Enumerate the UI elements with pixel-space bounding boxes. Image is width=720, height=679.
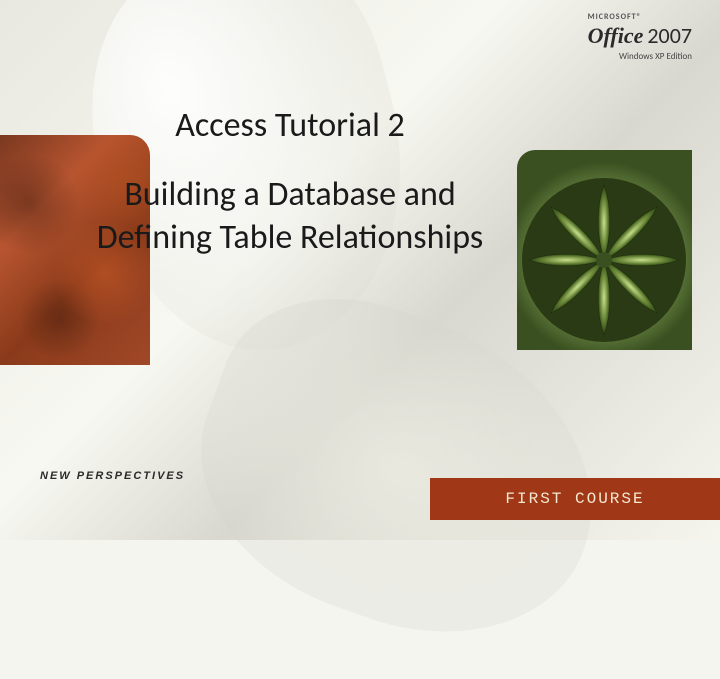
footer-label: FIRST COURSE bbox=[505, 490, 644, 508]
series-label: NEW PERSPECTIVES bbox=[40, 470, 185, 482]
logo-brand-name: Office bbox=[588, 23, 644, 48]
office-logo: MICROSOFT® Office2007 Windows XP Edition bbox=[588, 12, 692, 62]
logo-brand-line: Office2007 bbox=[588, 22, 692, 49]
slide-title: Access Tutorial 2 Building a Database an… bbox=[90, 105, 490, 259]
logo-edition: Windows XP Edition bbox=[588, 51, 692, 62]
leaf-icon bbox=[517, 150, 692, 350]
logo-brand-year: 2007 bbox=[647, 22, 692, 49]
logo-brand-prefix: MICROSOFT® bbox=[588, 12, 692, 22]
title-line-2: Building a Database and Defining Table R… bbox=[90, 174, 490, 259]
footer-bar: FIRST COURSE bbox=[430, 478, 720, 520]
decorative-tile-right bbox=[517, 150, 692, 350]
title-line-1: Access Tutorial 2 bbox=[90, 105, 490, 146]
